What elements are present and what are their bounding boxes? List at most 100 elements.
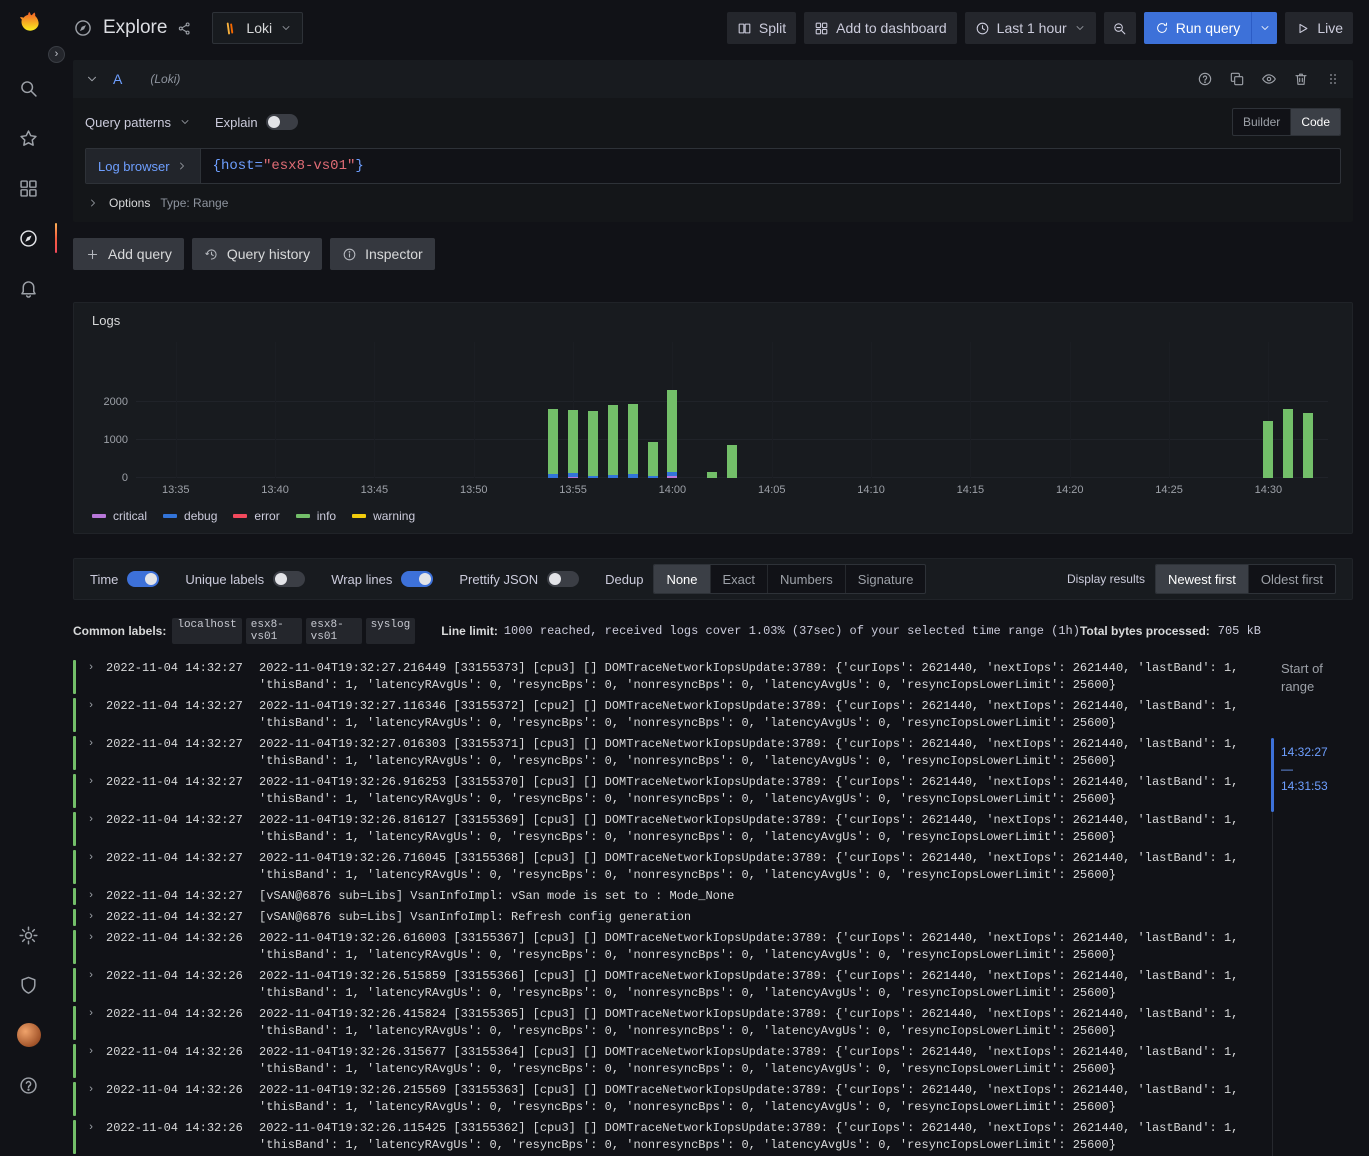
log-expand-chevron-icon[interactable]: › [83, 909, 99, 926]
sidebar-item-profile[interactable] [0, 1023, 57, 1047]
legend-item-critical[interactable]: critical [92, 509, 147, 523]
log-expand-chevron-icon[interactable]: › [83, 1044, 99, 1078]
gridline-vertical [176, 342, 177, 478]
sidebar-item-explore[interactable] [0, 226, 57, 250]
log-level-indicator [73, 812, 76, 846]
sidebar-item-settings[interactable] [0, 923, 57, 947]
prettify-json-toggle[interactable] [547, 571, 579, 587]
legend-item-debug[interactable]: debug [163, 509, 217, 523]
options-label[interactable]: Options [109, 196, 150, 210]
log-expand-chevron-icon[interactable]: › [83, 698, 99, 732]
log-timestamp: 2022-11-04 14:32:27 [106, 736, 252, 770]
log-browser-button[interactable]: Log browser [86, 149, 201, 183]
line-limit-text: 1000 reached, received logs cover 1.03% … [504, 624, 1080, 638]
run-query-dropdown-button[interactable] [1251, 12, 1277, 44]
log-level-indicator [73, 736, 76, 770]
options-chevron-icon[interactable] [87, 197, 99, 209]
log-row[interactable]: ›2022-11-04 14:32:262022-11-04T19:32:26.… [73, 966, 1257, 1004]
add-query-button[interactable]: Add query [73, 238, 184, 270]
time-range-picker[interactable]: Last 1 hour [965, 12, 1096, 44]
log-row[interactable]: ›2022-11-04 14:32:262022-11-04T19:32:26.… [73, 1004, 1257, 1042]
time-toggle[interactable] [127, 571, 159, 587]
mode-builder[interactable]: Builder [1233, 109, 1290, 135]
log-row[interactable]: ›2022-11-04 14:32:262022-11-04T19:32:26.… [73, 1118, 1257, 1156]
dedup-none[interactable]: None [654, 565, 709, 593]
sidebar-expand-button[interactable]: › [48, 46, 65, 63]
query-input[interactable]: {host="esx8-vs01"} [201, 149, 376, 183]
dedup-signature[interactable]: Signature [845, 565, 926, 593]
unique-labels-label: Unique labels [185, 572, 264, 587]
display-newest-first[interactable]: Newest first [1156, 565, 1248, 593]
logs-navigation-selected-range[interactable] [1271, 738, 1274, 812]
unique-labels-toggle[interactable] [273, 571, 305, 587]
collapse-chevron-icon[interactable] [85, 72, 99, 86]
sidebar-item-alerting[interactable] [0, 276, 57, 300]
bar-info [648, 442, 658, 476]
log-row[interactable]: ›2022-11-04 14:32:27[vSAN@6876 sub=Libs]… [73, 907, 1257, 928]
sidebar-item-admin[interactable] [0, 973, 57, 997]
dedup-numbers[interactable]: Numbers [767, 565, 845, 593]
log-expand-chevron-icon[interactable]: › [83, 736, 99, 770]
dedup-group: NoneExactNumbersSignature [653, 564, 926, 594]
query-ref-id[interactable]: A [113, 71, 122, 87]
query-help-icon[interactable] [1197, 71, 1213, 87]
explain-toggle[interactable] [266, 114, 298, 130]
log-row[interactable]: ›2022-11-04 14:32:272022-11-04T19:32:26.… [73, 848, 1257, 886]
legend-item-warning[interactable]: warning [352, 509, 415, 523]
display-oldest-first[interactable]: Oldest first [1248, 565, 1335, 593]
sidebar-item-starred[interactable] [0, 126, 57, 150]
datasource-name: Loki [246, 20, 272, 36]
log-expand-chevron-icon[interactable]: › [83, 812, 99, 846]
log-expand-chevron-icon[interactable]: › [83, 660, 99, 694]
delete-query-trash-icon[interactable] [1293, 71, 1309, 87]
hide-query-eye-icon[interactable] [1261, 71, 1277, 87]
chart-legend: critical debug error info warning [92, 502, 1334, 527]
wrap-lines-toggle[interactable] [401, 571, 433, 587]
grafana-logo-icon[interactable] [0, 10, 57, 34]
datasource-picker[interactable]: Loki [212, 12, 303, 44]
log-expand-chevron-icon[interactable]: › [83, 930, 99, 964]
inspector-button[interactable]: Inspector [330, 238, 435, 270]
log-expand-chevron-icon[interactable]: › [83, 1006, 99, 1040]
legend-item-error[interactable]: error [233, 509, 279, 523]
log-row[interactable]: ›2022-11-04 14:32:262022-11-04T19:32:26.… [73, 1042, 1257, 1080]
log-row[interactable]: ›2022-11-04 14:32:262022-11-04T19:32:26.… [73, 928, 1257, 966]
drag-handle-grip-icon[interactable] [1325, 71, 1341, 87]
run-query-button[interactable]: Run query [1144, 12, 1252, 44]
chevron-down-icon [280, 22, 292, 34]
log-expand-chevron-icon[interactable]: › [83, 1120, 99, 1154]
query-patterns-dropdown[interactable]: Query patterns [85, 115, 191, 130]
log-row[interactable]: ›2022-11-04 14:32:272022-11-04T19:32:26.… [73, 772, 1257, 810]
legend-item-info[interactable]: info [296, 509, 336, 523]
sidebar-item-help[interactable] [0, 1073, 57, 1097]
log-row[interactable]: ›2022-11-04 14:32:272022-11-04T19:32:27.… [73, 696, 1257, 734]
live-button[interactable]: Live [1285, 12, 1353, 44]
log-row[interactable]: ›2022-11-04 14:32:272022-11-04T19:32:26.… [73, 810, 1257, 848]
duplicate-query-icon[interactable] [1229, 71, 1245, 87]
bar-info [588, 411, 598, 476]
share-icon[interactable] [177, 21, 192, 36]
query-history-button[interactable]: Query history [192, 238, 322, 270]
log-row[interactable]: ›2022-11-04 14:32:27[vSAN@6876 sub=Libs]… [73, 886, 1257, 907]
log-expand-chevron-icon[interactable]: › [83, 774, 99, 808]
sidebar-item-dashboards[interactable] [0, 176, 57, 200]
logs-navigation-times[interactable]: 14:32:27 — 14:31:53 [1281, 744, 1328, 795]
wrap-lines-label: Wrap lines [331, 572, 392, 587]
zoom-out-button[interactable] [1104, 12, 1136, 44]
log-row[interactable]: ›2022-11-04 14:32:272022-11-04T19:32:27.… [73, 734, 1257, 772]
log-timestamp: 2022-11-04 14:32:26 [106, 1044, 252, 1078]
log-row[interactable]: ›2022-11-04 14:32:262022-11-04T19:32:26.… [73, 1080, 1257, 1118]
dedup-exact[interactable]: Exact [710, 565, 768, 593]
gridline-vertical [1070, 342, 1071, 478]
add-to-dashboard-button[interactable]: Add to dashboard [804, 12, 957, 44]
log-message: 2022-11-04T19:32:26.816127 [33155369] [c… [259, 812, 1257, 846]
inspector-label: Inspector [365, 246, 423, 262]
log-expand-chevron-icon[interactable]: › [83, 888, 99, 905]
split-button[interactable]: Split [727, 12, 796, 44]
display-results-group: Newest firstOldest first [1155, 564, 1336, 594]
sidebar-item-search[interactable] [0, 76, 57, 100]
mode-code[interactable]: Code [1290, 109, 1340, 135]
log-expand-chevron-icon[interactable]: › [83, 968, 99, 1002]
log-expand-chevron-icon[interactable]: › [83, 850, 99, 884]
log-row[interactable]: ›2022-11-04 14:32:272022-11-04T19:32:27.… [73, 658, 1257, 696]
